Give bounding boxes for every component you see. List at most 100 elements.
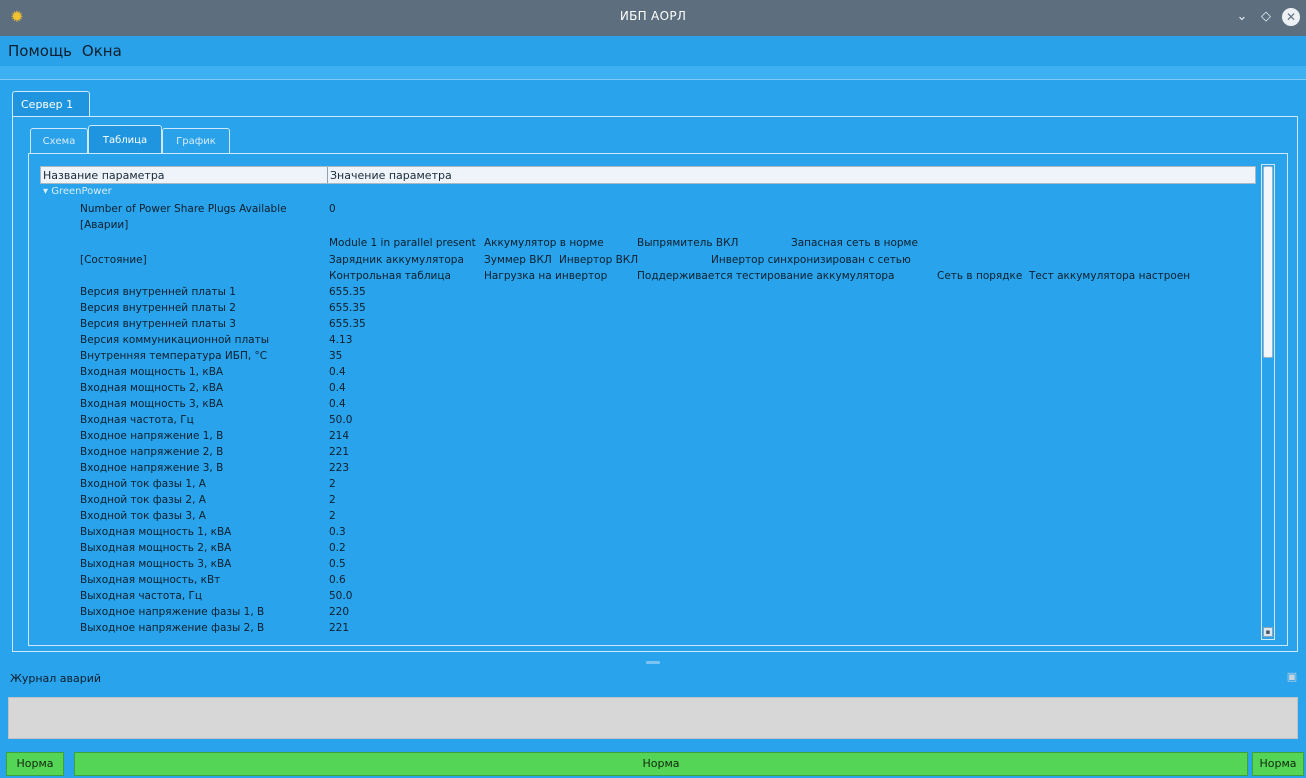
vertical-scrollbar[interactable]: ▪: [1261, 164, 1275, 640]
state-item: Аккумулятор в норме: [484, 237, 604, 249]
state-line-3: Контрольная таблица Нагрузка на инвертор…: [329, 270, 1249, 285]
table-row[interactable]: Входное напряжение 1, В 214: [40, 430, 1256, 445]
param-name: Входной ток фазы 3, А: [80, 510, 206, 522]
table-row[interactable]: Версия внутренней платы 3 655.35: [40, 318, 1256, 333]
table-row[interactable]: Выходное напряжение фазы 1, В 220: [40, 606, 1256, 621]
column-header-value[interactable]: Значение параметра: [330, 169, 452, 182]
table-row[interactable]: Выходная мощность 1, кВА 0.3: [40, 526, 1256, 541]
tree-group-greenpower[interactable]: ▾ GreenPower: [43, 186, 112, 197]
param-name: Выходная мощность 3, кВА: [80, 558, 232, 570]
group-label: GreenPower: [51, 186, 112, 197]
table-row[interactable]: Входная мощность 1, кВА 0.4: [40, 366, 1256, 381]
table-row[interactable]: Выходная мощность 3, кВА 0.5: [40, 558, 1256, 573]
param-name: Версия коммуникационной платы: [80, 334, 269, 346]
table-row[interactable]: Версия внутренней платы 2 655.35: [40, 302, 1256, 317]
param-value: 0.2: [329, 542, 346, 554]
param-name: Входное напряжение 2, В: [80, 446, 224, 458]
param-value: 35: [329, 350, 343, 362]
alarm-journal-log[interactable]: [8, 697, 1298, 739]
expand-arrow-icon[interactable]: ▾: [43, 186, 48, 197]
window-controls: ⌄ ◇ ✕: [1234, 6, 1300, 28]
status-center: Норма: [74, 752, 1248, 776]
param-value: 220: [329, 606, 350, 618]
table-row[interactable]: Входная мощность 3, кВА 0.4: [40, 398, 1256, 413]
param-value: 221: [329, 446, 350, 458]
table-row[interactable]: Входная мощность 2, кВА 0.4: [40, 382, 1256, 397]
table-row[interactable]: Версия внутренней платы 1 655.35: [40, 286, 1256, 301]
param-name: Входной ток фазы 2, А: [80, 494, 206, 506]
state-line-1: Module 1 in parallel present Аккумулятор…: [329, 237, 1249, 252]
menu-help[interactable]: Помощь: [8, 42, 72, 60]
status-left: Норма: [6, 752, 64, 776]
toolbar-strip: [0, 66, 1306, 80]
param-name: Выходная мощность 1, кВА: [80, 526, 232, 538]
tab-table[interactable]: Таблица: [88, 125, 162, 154]
table-row[interactable]: [Аварии]: [40, 219, 1256, 234]
param-name: Выходная мощность, кВт: [80, 574, 221, 586]
splitter-handle[interactable]: [646, 661, 660, 664]
close-icon[interactable]: ✕: [1282, 8, 1300, 26]
param-name: Входная частота, Гц: [80, 414, 194, 426]
param-value: 2: [329, 510, 336, 522]
table-row[interactable]: Выходное напряжение фазы 2, В 221: [40, 622, 1256, 637]
table-row[interactable]: Входной ток фазы 2, А 2: [40, 494, 1256, 509]
param-name: Версия внутренней платы 2: [80, 302, 236, 314]
table-header: Название параметра Значение параметра: [40, 166, 1256, 184]
param-value: 4.13: [329, 334, 353, 346]
table-row[interactable]: Входной ток фазы 1, А 2: [40, 478, 1256, 493]
tab-graph[interactable]: График: [162, 128, 230, 154]
param-name: Выходное напряжение фазы 2, В: [80, 622, 265, 634]
window-title: ИБП АОРЛ: [619, 9, 687, 23]
param-value: 221: [329, 622, 350, 634]
column-divider[interactable]: [327, 167, 328, 183]
table-row[interactable]: Входное напряжение 3, В 223: [40, 462, 1256, 477]
param-name: Выходная мощность 2, кВА: [80, 542, 232, 554]
param-value: 0.4: [329, 366, 346, 378]
table-row[interactable]: Внутренняя температура ИБП, °С 35: [40, 350, 1256, 365]
param-name: Версия внутренней платы 3: [80, 318, 236, 330]
state-item: Инвертор ВКЛ: [559, 254, 639, 266]
scrollbar-thumb[interactable]: [1263, 166, 1273, 358]
table-row[interactable]: Входное напряжение 2, В 221: [40, 446, 1256, 461]
param-name: Входное напряжение 3, В: [80, 462, 224, 474]
menu-windows[interactable]: Окна: [82, 42, 122, 60]
table-row[interactable]: Входная частота, Гц 50.0: [40, 414, 1256, 429]
state-item: Сеть в порядке: [937, 270, 1023, 282]
param-value: 655.35: [329, 302, 366, 314]
minimize-chevron-icon[interactable]: ⌄: [1234, 6, 1250, 28]
table-row[interactable]: Number of Power Share Plugs Available 0: [40, 203, 1256, 218]
param-name: Входной ток фазы 1, А: [80, 478, 206, 490]
param-name: Внутренняя температура ИБП, °С: [80, 350, 268, 362]
param-value: 2: [329, 478, 336, 490]
tab-scheme[interactable]: Схема: [30, 128, 88, 154]
param-name: [Аварии]: [80, 219, 129, 231]
param-value: 2: [329, 494, 336, 506]
table-row[interactable]: Выходная мощность 2, кВА 0.2: [40, 542, 1256, 557]
undock-icon[interactable]: ▣: [1284, 670, 1300, 684]
state-line-2: Зарядник аккумулятора Зуммер ВКЛ Инверто…: [329, 254, 1249, 269]
table-row[interactable]: Выходная мощность, кВт 0.6: [40, 574, 1256, 589]
param-value: 50.0: [329, 590, 353, 602]
table-row[interactable]: Входной ток фазы 3, А 2: [40, 510, 1256, 525]
param-name: [Состояние]: [80, 254, 147, 266]
param-name: Входное напряжение 1, В: [80, 430, 224, 442]
tab-server-1[interactable]: Сервер 1: [12, 91, 90, 117]
scroll-corner-icon[interactable]: ▪: [1263, 627, 1273, 637]
param-name: Входная мощность 1, кВА: [80, 366, 224, 378]
param-value: 223: [329, 462, 350, 474]
parameter-table: Название параметра Значение параметра ▾ …: [40, 166, 1256, 646]
param-name: Входная мощность 3, кВА: [80, 398, 224, 410]
param-name: Выходное напряжение фазы 1, В: [80, 606, 265, 618]
status-right: Норма: [1252, 752, 1304, 776]
param-value: 214: [329, 430, 350, 442]
state-item: Поддерживается тестирование аккумулятора: [637, 270, 895, 282]
param-value: 0.6: [329, 574, 346, 586]
state-item: Запасная сеть в норме: [791, 237, 918, 249]
maximize-diamond-icon[interactable]: ◇: [1258, 6, 1274, 28]
menu-bar: Помощь Окна: [0, 36, 1306, 66]
param-value: 0.4: [329, 398, 346, 410]
table-row[interactable]: Выходная частота, Гц 50.0: [40, 590, 1256, 605]
param-name: Входная мощность 2, кВА: [80, 382, 224, 394]
table-row[interactable]: Версия коммуникационной платы 4.13: [40, 334, 1256, 349]
column-header-name[interactable]: Название параметра: [43, 169, 165, 182]
